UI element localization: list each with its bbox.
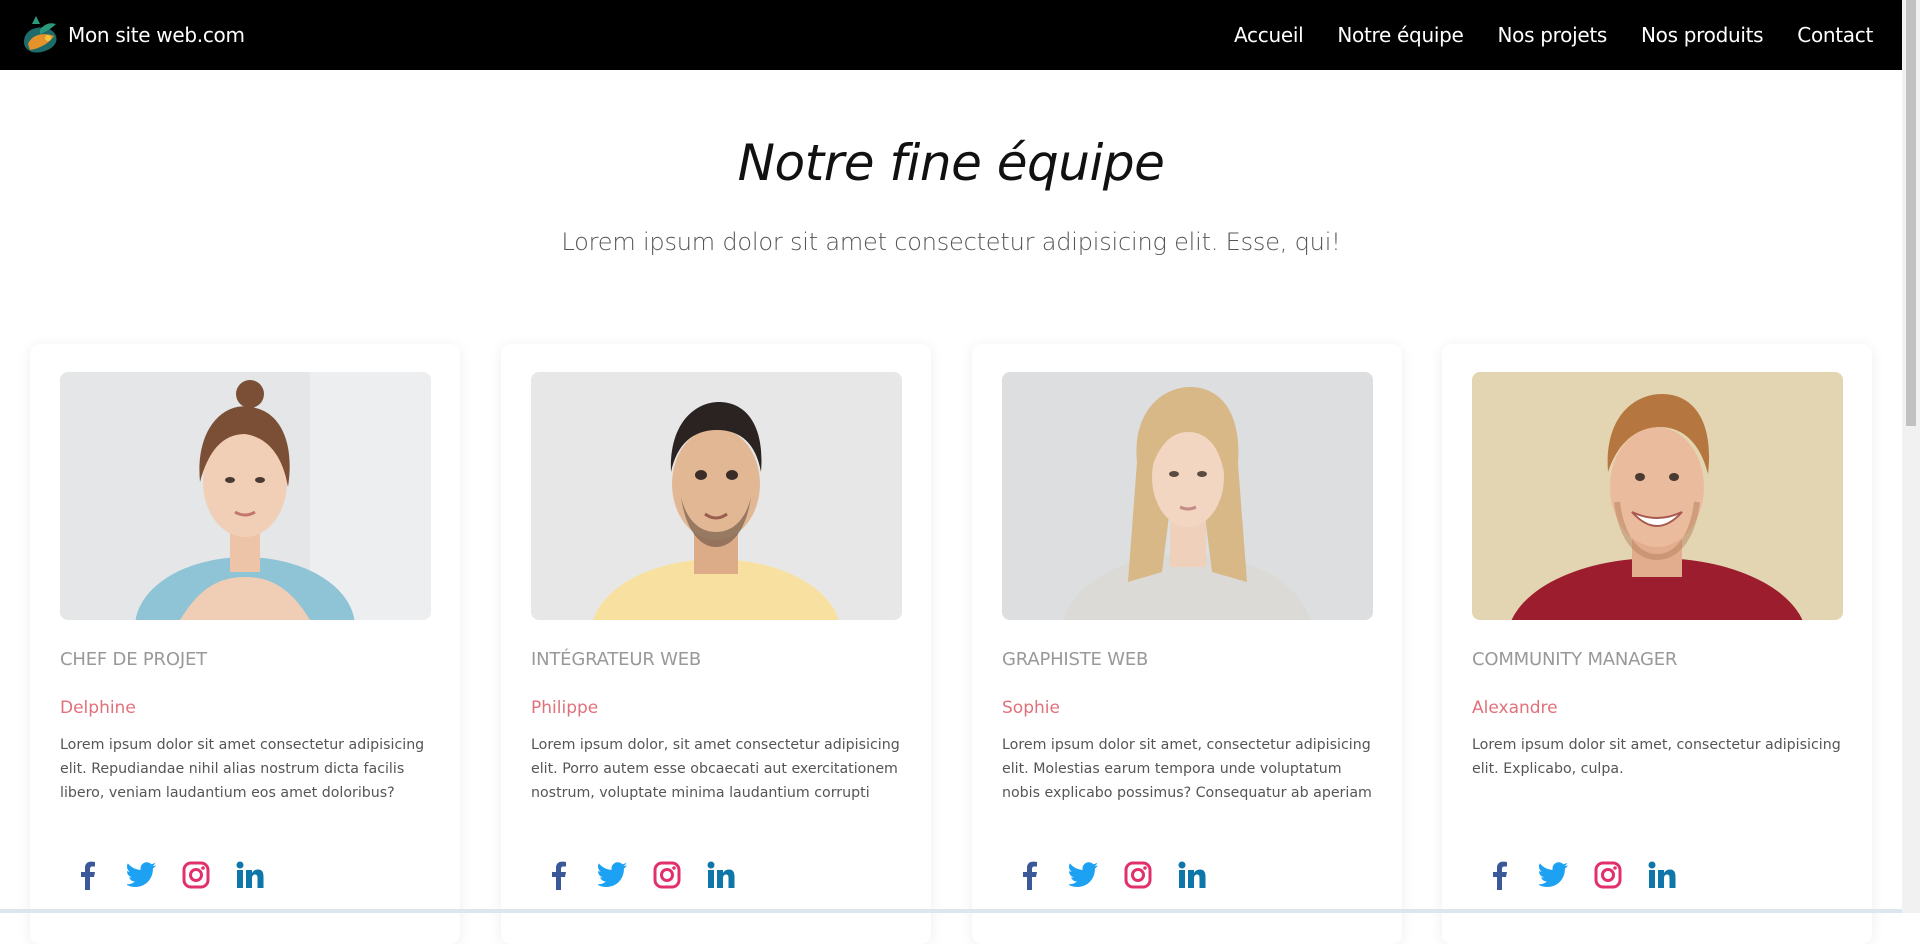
twitter-icon[interactable]	[1069, 860, 1099, 890]
team-photo	[60, 372, 431, 620]
nav-link-contact[interactable]: Contact	[1797, 23, 1873, 47]
vertical-scrollbar[interactable]	[1902, 0, 1920, 913]
social-links	[544, 860, 736, 890]
team-name: Delphine	[60, 698, 136, 718]
team-role: INTÉGRATEUR WEB	[531, 649, 702, 670]
team-name: Sophie	[1002, 698, 1060, 718]
team-role: COMMUNITY MANAGER	[1472, 649, 1678, 670]
social-links	[73, 860, 265, 890]
twitter-icon[interactable]	[127, 860, 157, 890]
team-role: CHEF DE PROJET	[60, 649, 207, 670]
page-title: Notre fine équipe	[737, 134, 1165, 192]
instagram-icon[interactable]	[1123, 860, 1153, 890]
instagram-icon[interactable]	[652, 860, 682, 890]
social-links	[1015, 860, 1207, 890]
scrollbar-thumb[interactable]	[1906, 0, 1916, 426]
team-card-sophie: GRAPHISTE WEB Sophie Lorem ipsum dolor s…	[972, 344, 1402, 944]
twitter-icon[interactable]	[598, 860, 628, 890]
team-card-philippe: INTÉGRATEUR WEB Philippe Lorem ipsum dol…	[501, 344, 931, 944]
team-photo	[1002, 372, 1373, 620]
team-description: Lorem ipsum dolor, sit amet consectetur …	[531, 737, 900, 801]
team-description: Lorem ipsum dolor sit amet consectetur a…	[60, 737, 425, 801]
brand-link[interactable]: Mon site web.com	[18, 12, 245, 58]
page-bottom-edge	[0, 909, 1902, 913]
brand-name: Mon site web.com	[68, 23, 245, 47]
page-subtitle: Lorem ipsum dolor sit amet consectetur a…	[561, 228, 1341, 256]
team-name: Alexandre	[1472, 698, 1558, 718]
nav-links: Accueil Notre équipe Nos projets Nos pro…	[1234, 23, 1873, 47]
linkedin-icon[interactable]	[706, 860, 736, 890]
team-description: Lorem ipsum dolor sit amet, consectetur …	[1002, 737, 1372, 801]
nav-link-notre-equipe[interactable]: Notre équipe	[1337, 23, 1463, 47]
nav-link-nos-produits[interactable]: Nos produits	[1641, 23, 1764, 47]
team-card-delphine: CHEF DE PROJET Delphine Lorem ipsum dolo…	[30, 344, 460, 944]
linkedin-icon[interactable]	[1177, 860, 1207, 890]
team-photo	[1472, 372, 1843, 620]
instagram-icon[interactable]	[181, 860, 211, 890]
nav-link-accueil[interactable]: Accueil	[1234, 23, 1304, 47]
instagram-icon[interactable]	[1593, 860, 1623, 890]
linkedin-icon[interactable]	[235, 860, 265, 890]
team-card-alexandre: COMMUNITY MANAGER Alexandre Lorem ipsum …	[1442, 344, 1872, 944]
twitter-icon[interactable]	[1539, 860, 1569, 890]
team-role: GRAPHISTE WEB	[1002, 649, 1149, 670]
team-photo	[531, 372, 902, 620]
facebook-icon[interactable]	[544, 860, 574, 890]
facebook-icon[interactable]	[1485, 860, 1515, 890]
linkedin-icon[interactable]	[1647, 860, 1677, 890]
top-navbar: Mon site web.com Accueil Notre équipe No…	[0, 0, 1902, 70]
facebook-icon[interactable]	[73, 860, 103, 890]
nav-link-nos-projets[interactable]: Nos projets	[1497, 23, 1607, 47]
facebook-icon[interactable]	[1015, 860, 1045, 890]
social-links	[1485, 860, 1677, 890]
brand-logo-icon	[24, 16, 57, 53]
team-description: Lorem ipsum dolor sit amet, consectetur …	[1472, 737, 1841, 777]
team-name: Philippe	[531, 698, 599, 718]
